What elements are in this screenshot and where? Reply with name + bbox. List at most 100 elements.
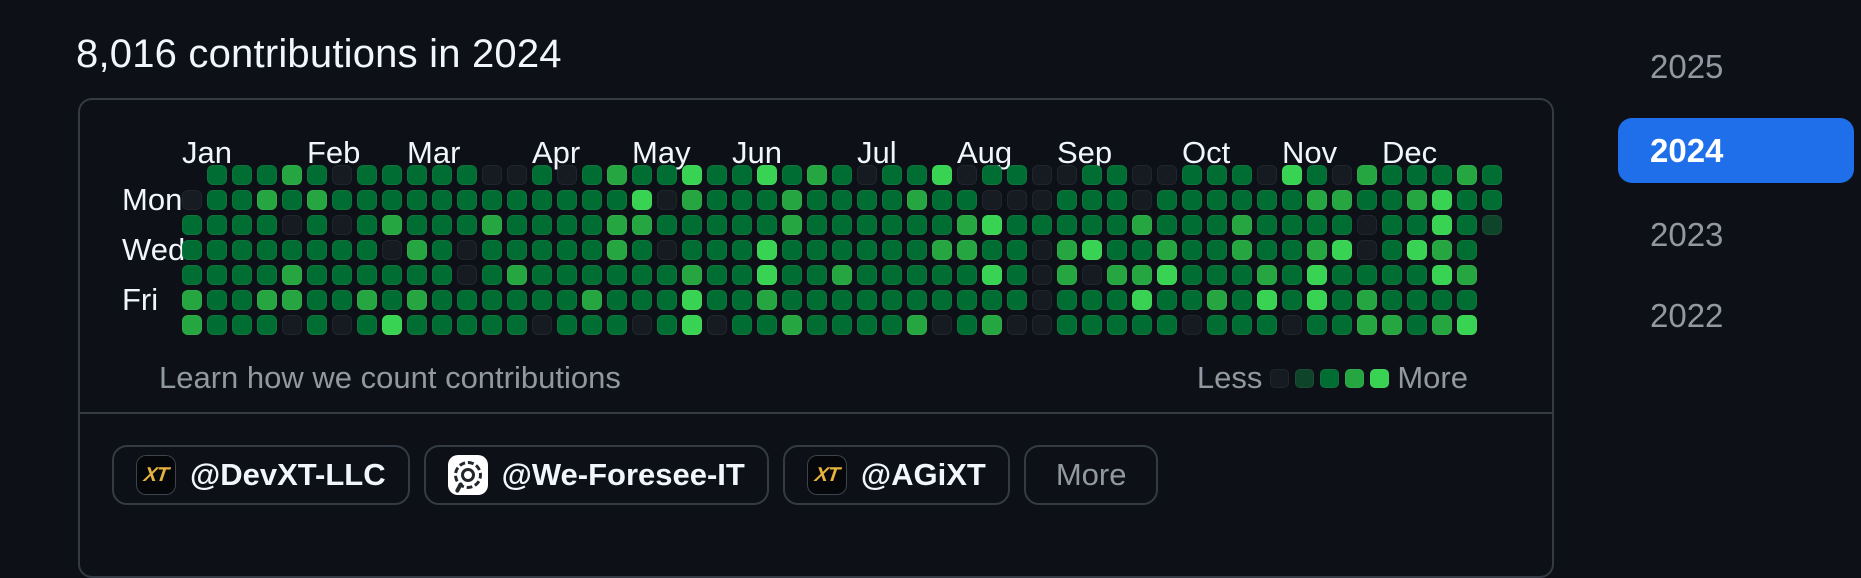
contribution-cell[interactable] (582, 315, 602, 335)
contribution-cell[interactable] (857, 290, 877, 310)
contribution-cell[interactable] (782, 215, 802, 235)
contribution-cell[interactable] (482, 190, 502, 210)
contribution-cell[interactable] (1157, 165, 1177, 185)
contribution-cell[interactable] (1207, 165, 1227, 185)
contribution-cell[interactable] (1382, 240, 1402, 260)
contribution-cell[interactable] (582, 215, 602, 235)
contribution-cell[interactable] (1057, 215, 1077, 235)
contribution-cell[interactable] (1457, 265, 1477, 285)
year-nav-item-2023[interactable]: 2023 (1618, 202, 1854, 267)
contribution-cell[interactable] (1182, 265, 1202, 285)
contribution-cell[interactable] (307, 290, 327, 310)
contribution-cell[interactable] (1082, 165, 1102, 185)
contribution-cell[interactable] (757, 265, 777, 285)
contribution-cell[interactable] (732, 165, 752, 185)
contribution-cell[interactable] (607, 165, 627, 185)
contribution-cell[interactable] (207, 240, 227, 260)
contribution-cell[interactable] (882, 190, 902, 210)
org-filter-we-foresee-it[interactable]: @We-Foresee-IT (424, 445, 769, 505)
contribution-cell[interactable] (932, 290, 952, 310)
contribution-cell[interactable] (1107, 315, 1127, 335)
contribution-cell[interactable] (607, 265, 627, 285)
contribution-cell[interactable] (707, 265, 727, 285)
contribution-cell[interactable] (257, 190, 277, 210)
contribution-cell[interactable] (1182, 315, 1202, 335)
contribution-cell[interactable] (282, 290, 302, 310)
contribution-cell[interactable] (1407, 290, 1427, 310)
contribution-cell[interactable] (807, 290, 827, 310)
contribution-cell[interactable] (982, 290, 1002, 310)
contribution-cell[interactable] (582, 190, 602, 210)
contribution-cell[interactable] (782, 240, 802, 260)
more-filters-button[interactable]: More (1024, 445, 1159, 505)
contribution-cell[interactable] (1432, 290, 1452, 310)
contribution-cell[interactable] (907, 265, 927, 285)
contribution-cell[interactable] (982, 240, 1002, 260)
contribution-cell[interactable] (907, 240, 927, 260)
contribution-cell[interactable] (1257, 240, 1277, 260)
contribution-cell[interactable] (1132, 290, 1152, 310)
contribution-cell[interactable] (1357, 240, 1377, 260)
contribution-cell[interactable] (657, 265, 677, 285)
contribution-cell[interactable] (832, 240, 852, 260)
contribution-cell[interactable] (1282, 190, 1302, 210)
contribution-cell[interactable] (357, 240, 377, 260)
contribution-cell[interactable] (1182, 165, 1202, 185)
contribution-cell[interactable] (407, 265, 427, 285)
contribution-cell[interactable] (382, 165, 402, 185)
contribution-cell[interactable] (1132, 215, 1152, 235)
contribution-cell[interactable] (632, 315, 652, 335)
contribution-cell[interactable] (1407, 190, 1427, 210)
contribution-cell[interactable] (757, 165, 777, 185)
contribution-cell[interactable] (207, 290, 227, 310)
contribution-cell[interactable] (282, 240, 302, 260)
contribution-cell[interactable] (907, 190, 927, 210)
contribution-cell[interactable] (732, 190, 752, 210)
contribution-cell[interactable] (682, 165, 702, 185)
contribution-cell[interactable] (1257, 165, 1277, 185)
contribution-cell[interactable] (1357, 215, 1377, 235)
contribution-cell[interactable] (957, 315, 977, 335)
contribution-cell[interactable] (882, 265, 902, 285)
contribution-cell[interactable] (1382, 265, 1402, 285)
contribution-cell[interactable] (1082, 190, 1102, 210)
contribution-cell[interactable] (1407, 265, 1427, 285)
contribution-cell[interactable] (1207, 265, 1227, 285)
contribution-cell[interactable] (232, 265, 252, 285)
contribution-cell[interactable] (457, 315, 477, 335)
contribution-cell[interactable] (857, 165, 877, 185)
contribution-cell[interactable] (332, 190, 352, 210)
contribution-cell[interactable] (907, 165, 927, 185)
contribution-cell[interactable] (507, 315, 527, 335)
contribution-cell[interactable] (1332, 190, 1352, 210)
contribution-cell[interactable] (307, 265, 327, 285)
contribution-cell[interactable] (1157, 190, 1177, 210)
contribution-cell[interactable] (682, 290, 702, 310)
contribution-cell[interactable] (1307, 265, 1327, 285)
contribution-cell[interactable] (732, 265, 752, 285)
contribution-cell[interactable] (507, 265, 527, 285)
contribution-cell[interactable] (1007, 240, 1027, 260)
contribution-cell[interactable] (182, 315, 202, 335)
contribution-cell[interactable] (182, 190, 202, 210)
contribution-cell[interactable] (1457, 240, 1477, 260)
contribution-cell[interactable] (1182, 190, 1202, 210)
contribution-cell[interactable] (1432, 215, 1452, 235)
contribution-cell[interactable] (307, 215, 327, 235)
contribution-cell[interactable] (557, 265, 577, 285)
contribution-cell[interactable] (1132, 315, 1152, 335)
contribution-cell[interactable] (1082, 240, 1102, 260)
contribution-cell[interactable] (882, 290, 902, 310)
contribution-cell[interactable] (232, 240, 252, 260)
contribution-cell[interactable] (957, 290, 977, 310)
contribution-cell[interactable] (1107, 240, 1127, 260)
contribution-cell[interactable] (1232, 315, 1252, 335)
contribution-cell[interactable] (707, 290, 727, 310)
contribution-cell[interactable] (932, 265, 952, 285)
contribution-cell[interactable] (757, 215, 777, 235)
contribution-cell[interactable] (832, 215, 852, 235)
contribution-cell[interactable] (582, 240, 602, 260)
contribution-cell[interactable] (782, 265, 802, 285)
contribution-cell[interactable] (207, 190, 227, 210)
contribution-cell[interactable] (1157, 265, 1177, 285)
